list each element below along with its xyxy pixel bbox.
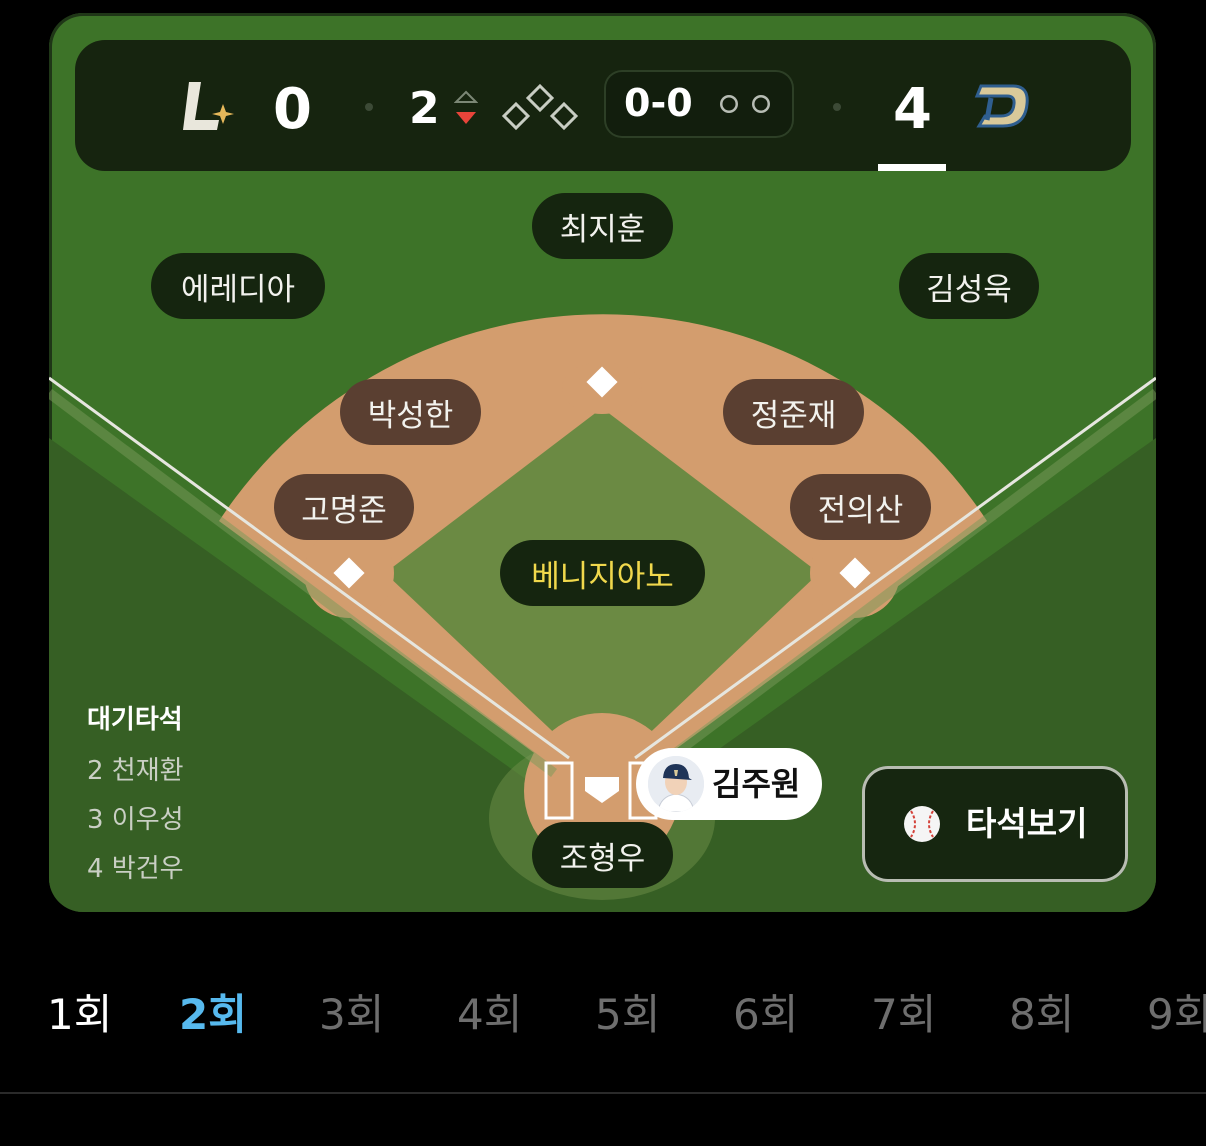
on-deck-batter: 2 천재환 [87, 756, 184, 786]
count-text: 0-0 [624, 81, 693, 125]
ball-strike-count: 0-0 [604, 70, 794, 138]
fielder-right-field[interactable]: 김성욱 [899, 253, 1039, 319]
inning-number: 2 [409, 83, 440, 134]
on-deck-batter: 4 박건우 [87, 854, 184, 884]
scoreboard: 0 2 0-0 4 [75, 40, 1131, 171]
batter-avatar [648, 756, 704, 812]
home-team-logo-icon [974, 84, 1029, 128]
on-deck-title: 대기타석 [87, 705, 183, 735]
separator-dot [365, 103, 373, 111]
field-card: 0 2 0-0 4 최지훈 에레디아 김성욱 박성한 정준재 고명준 전의산 베… [49, 13, 1156, 912]
fielder-second-base[interactable]: 정준재 [723, 379, 864, 445]
inning-half-indicator-icon [454, 90, 478, 124]
on-deck-list: 대기타석 2 천재환 3 이우성 4 박건우 [87, 699, 184, 897]
separator-dot [833, 103, 841, 111]
fielder-catcher[interactable]: 조형우 [532, 822, 673, 888]
away-score: 0 [273, 77, 312, 142]
innings-tab-bar: 1회 2회 3회 4회 5회 6회 7회 8회 9회 [0, 990, 1206, 1050]
view-at-bat-button[interactable]: 타석보기 [862, 766, 1128, 882]
tab-inning-1[interactable]: 1회 [47, 990, 112, 1040]
batter-name: 김주원 [712, 765, 801, 803]
tab-inning-3[interactable]: 3회 [319, 990, 384, 1040]
tab-inning-7[interactable]: 7회 [871, 990, 936, 1040]
batting-team-indicator [878, 164, 946, 171]
on-deck-batter: 3 이우성 [87, 805, 184, 835]
fielder-left-field[interactable]: 에레디아 [151, 253, 325, 319]
fielder-pitcher[interactable]: 베니지아노 [500, 540, 705, 606]
current-batter-chip[interactable]: 김주원 [636, 748, 822, 820]
home-score: 4 [893, 77, 932, 142]
fielder-center-field[interactable]: 최지훈 [532, 193, 673, 259]
baseball-icon [904, 806, 940, 842]
away-team-logo-icon [183, 82, 234, 130]
tab-inning-4[interactable]: 4회 [457, 990, 522, 1040]
tab-inning-9[interactable]: 9회 [1147, 990, 1206, 1040]
tab-inning-2[interactable]: 2회 [179, 990, 247, 1040]
out-indicator-icon [752, 95, 770, 113]
out-indicator-icon [720, 95, 738, 113]
player-photo-icon [648, 756, 704, 812]
bases-diamond-icon [501, 83, 579, 131]
tab-inning-6[interactable]: 6회 [733, 990, 798, 1040]
view-at-bat-label: 타석보기 [966, 804, 1088, 843]
fielder-first-base[interactable]: 전의산 [790, 474, 931, 540]
fielder-shortstop[interactable]: 박성한 [340, 379, 481, 445]
divider [0, 1092, 1206, 1094]
tab-inning-8[interactable]: 8회 [1009, 990, 1074, 1040]
tab-inning-5[interactable]: 5회 [595, 990, 660, 1040]
fielder-third-base[interactable]: 고명준 [274, 474, 414, 540]
